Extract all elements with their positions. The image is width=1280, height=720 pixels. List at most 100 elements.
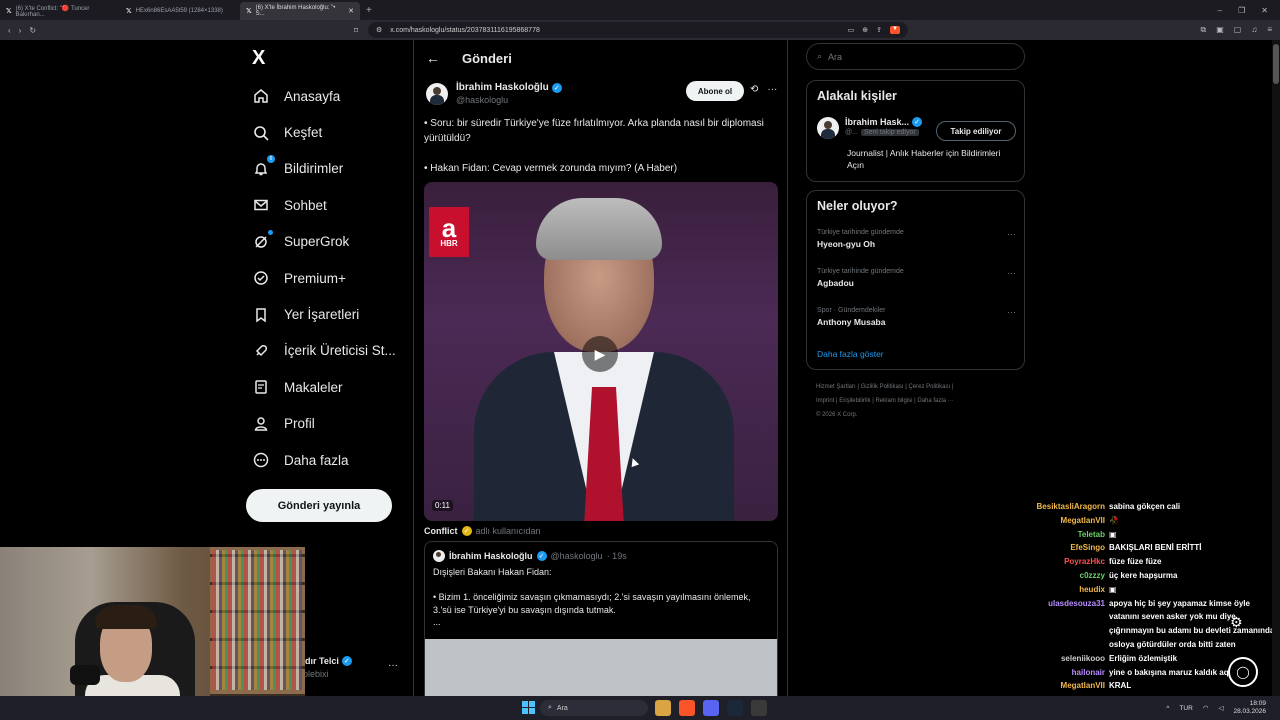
sidebar-nav: Anasayfa Keşfet 6 Bildirimler Sohbet Sup…: [252, 78, 396, 478]
minimize-icon[interactable]: –: [1218, 6, 1222, 15]
file-explorer-icon[interactable]: [655, 700, 671, 716]
show-more-link[interactable]: Daha fazla göster: [817, 349, 884, 359]
following-button[interactable]: Takip ediliyor: [936, 121, 1016, 141]
sidebar-toggle-icon[interactable]: ▣: [1216, 25, 1224, 35]
chat-username[interactable]: BesiktasliAragorn: [1018, 500, 1105, 514]
chat-username[interactable]: EfeSingo: [1018, 541, 1105, 555]
steam-icon[interactable]: [727, 700, 743, 716]
scrollbar[interactable]: [1272, 40, 1280, 696]
article-icon: [252, 378, 270, 396]
scrollbar-thumb[interactable]: [1273, 44, 1279, 84]
sidebar-item-supergrok[interactable]: SuperGrok: [252, 224, 396, 260]
chat-username[interactable]: Teletab: [1018, 528, 1105, 542]
screen-icon[interactable]: ▭: [848, 26, 855, 34]
obs-icon[interactable]: [751, 700, 767, 716]
chat-settings-icon[interactable]: ⚙: [1230, 614, 1252, 636]
chat-username[interactable]: c0zzzy: [1018, 569, 1105, 583]
page-title: Gönderi: [462, 50, 512, 66]
toolbar-right: ⧉ ▣ ▢ ♫ ≡: [1200, 25, 1272, 35]
menu-icon[interactable]: ≡: [1267, 25, 1272, 35]
zoom-icon[interactable]: ⊕: [862, 26, 868, 34]
search-icon: ⌕: [817, 51, 823, 61]
avatar[interactable]: [817, 117, 839, 139]
sidebar-item-articles[interactable]: Makaleler: [252, 369, 396, 405]
grok-icon[interactable]: ⟲: [750, 84, 758, 95]
more-icon[interactable]: ···: [767, 84, 777, 95]
sidebar-item-creator-studio[interactable]: İçerik Üreticisi St...: [252, 333, 396, 369]
post-button[interactable]: Gönderi yayınla: [246, 489, 392, 522]
clock[interactable]: 18:09 28.03.2026: [1233, 700, 1266, 716]
brave-browser-icon[interactable]: [679, 700, 695, 716]
account-more-icon[interactable]: ···: [388, 660, 398, 671]
close-window-icon[interactable]: ✕: [1261, 6, 1268, 15]
windows-start-icon[interactable]: [522, 701, 535, 714]
account-switcher[interactable]: adır Telci ✓ rplebixi: [300, 656, 400, 679]
x-favicon-icon: 𝕏: [126, 8, 132, 15]
taskbar-search[interactable]: ⌕ Ara: [540, 700, 648, 716]
site-info-icon[interactable]: ⚙: [376, 26, 382, 34]
chat-bubble-icon[interactable]: ◯: [1228, 657, 1258, 687]
chat-username[interactable]: MegatlanVII: [1018, 514, 1105, 528]
chat-text: füze füze füze: [1109, 557, 1162, 567]
play-icon[interactable]: ▶: [582, 336, 618, 372]
wallet-icon[interactable]: ▢: [1234, 25, 1242, 35]
more-icon[interactable]: ···: [1007, 268, 1016, 278]
chat-message: MegatlanVII 🥀: [1018, 514, 1280, 528]
back-icon[interactable]: ‹: [8, 26, 11, 35]
new-tab-button[interactable]: +: [360, 5, 378, 16]
browser-tab[interactable]: 𝕏 HEx6n86EsAA5t59 (1284×1338): [120, 2, 240, 20]
brave-shield-icon[interactable]: ▼: [890, 26, 900, 34]
language-indicator[interactable]: TUR: [1179, 705, 1192, 712]
sidebar-item-premium[interactable]: Premium+: [252, 260, 396, 296]
sidebar-item-explore[interactable]: Keşfet: [252, 114, 396, 150]
address-toolbar: ‹ › ↻ ⌑ ⚙ x.com/haskologlu/status/203783…: [0, 20, 1280, 40]
sidebar-item-bookmarks[interactable]: Yer İşaretleri: [252, 296, 396, 332]
search-input[interactable]: ⌕ Ara: [806, 43, 1025, 70]
chat-username[interactable]: hailonair: [1018, 666, 1105, 680]
browser-tab[interactable]: 𝕏 (6) X'te Conflict: "🔴 Tuncer Bakırhan.…: [0, 2, 120, 20]
tray-chevron-icon[interactable]: ^: [1166, 705, 1169, 712]
browser-tab-active[interactable]: 𝕏 (6) X'te İbrahim Haskoloğlu: "• S... ✕: [240, 2, 360, 20]
chat-username[interactable]: heudix: [1018, 583, 1105, 597]
trend-item[interactable]: Türkiye tarihinde gündemde Hyeon-gyu Oh …: [817, 229, 1016, 249]
sidebar-item-notifications[interactable]: 6 Bildirimler: [252, 151, 396, 187]
browser-tab-bar: 𝕏 (6) X'te Conflict: "🔴 Tuncer Bakırhan.…: [0, 0, 1280, 20]
close-tab-icon[interactable]: ✕: [348, 7, 354, 15]
chat-username[interactable]: seleniikooo: [1018, 652, 1105, 666]
reload-icon[interactable]: ↻: [29, 26, 36, 35]
sidebar-item-home[interactable]: Anasayfa: [252, 78, 396, 114]
extensions-icon[interactable]: ⧉: [1200, 25, 1206, 35]
share-icon[interactable]: ⇪: [876, 26, 882, 34]
video-attribution[interactable]: Conflict ✓ adlı kullanıcıdan: [424, 526, 541, 536]
avatar[interactable]: [426, 82, 448, 105]
sidebar-item-chat[interactable]: Sohbet: [252, 187, 396, 223]
more-icon[interactable]: ···: [1007, 229, 1016, 239]
related-person[interactable]: İbrahim Hask... ✓ @... Seni takip ediyor: [817, 117, 923, 139]
chat-username[interactable]: ulasdesouza31: [1018, 597, 1105, 652]
quoted-tweet-image[interactable]: [425, 639, 777, 696]
more-icon[interactable]: ···: [1007, 307, 1016, 317]
volume-icon[interactable]: ◁: [1218, 704, 1223, 712]
wifi-icon[interactable]: ◠: [1203, 704, 1209, 712]
trend-item[interactable]: Spor · Gündemdekiler Anthony Musaba ···: [817, 307, 1016, 327]
sidebar-item-profile[interactable]: Profil: [252, 406, 396, 442]
system-tray: ^ TUR ◠ ◁ 18:09 28.03.2026: [1166, 700, 1266, 716]
subscribe-button[interactable]: Abone ol: [686, 81, 744, 101]
x-logo[interactable]: X: [252, 47, 265, 70]
footer-links: Hizmet Şartları | Gizlilik Politikası | …: [816, 384, 954, 418]
back-arrow-icon[interactable]: ←: [426, 50, 440, 66]
chat-message: BesiktasliAragorn sabina gökçen cali: [1018, 500, 1280, 514]
url-bar[interactable]: ⚙ x.com/haskologlu/status/20378311161958…: [368, 22, 908, 38]
quoted-tweet[interactable]: İbrahim Haskoloğlu ✓ @haskologlu · 19s D…: [424, 541, 778, 696]
video-player[interactable]: a HBR ▶ 0:11: [424, 182, 778, 521]
bookmark-icon[interactable]: ⌑: [354, 26, 358, 35]
forward-icon[interactable]: ›: [19, 26, 22, 35]
discord-icon[interactable]: [703, 700, 719, 716]
music-icon[interactable]: ♫: [1251, 25, 1257, 35]
sidebar-item-more[interactable]: Daha fazla: [252, 442, 396, 478]
chat-username[interactable]: PoyrazHkc: [1018, 555, 1105, 569]
chat-username[interactable]: MegatlanVII: [1018, 679, 1105, 693]
streamer-hair: [95, 605, 157, 629]
maximize-icon[interactable]: ❐: [1238, 6, 1245, 15]
trend-item[interactable]: Türkiye tarihinde gündemde Agbadou ···: [817, 268, 1016, 288]
